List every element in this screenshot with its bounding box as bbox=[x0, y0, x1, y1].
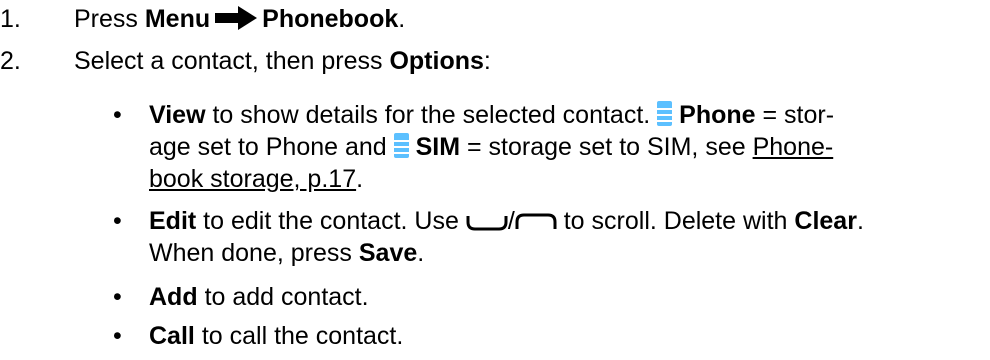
phonebook-label: Phonebook bbox=[262, 5, 399, 33]
up-key-icon bbox=[515, 213, 557, 229]
add-text: to add contact. bbox=[204, 283, 369, 311]
phone-label: Phone bbox=[679, 101, 756, 129]
edit-label: Edit bbox=[149, 207, 197, 235]
down-key-icon bbox=[466, 216, 508, 231]
done-text: When done, press bbox=[149, 239, 352, 267]
right-arrow-icon bbox=[215, 6, 258, 30]
save-label: Save bbox=[358, 239, 418, 267]
period: . bbox=[398, 5, 406, 33]
phonebook-instructions: 1. Press Menu Phonebook. 2. Select a cont… bbox=[0, 0, 990, 360]
period: . bbox=[856, 207, 864, 235]
phonebook-storage-link[interactable]: book storage, p.17 bbox=[149, 165, 356, 193]
bullet-marker: • bbox=[113, 283, 122, 311]
edit-text: to edit the contact. Use bbox=[203, 207, 459, 235]
view-text: to show details for the selected contact… bbox=[212, 101, 651, 129]
colon: : bbox=[483, 47, 491, 75]
phone-eq-text: = stor- bbox=[762, 101, 835, 129]
storage-bars-icon bbox=[657, 101, 673, 126]
step-number: 2. bbox=[0, 47, 21, 75]
call-label: Call bbox=[149, 322, 195, 350]
press-label: Press bbox=[74, 5, 138, 33]
clear-label: Clear bbox=[794, 207, 857, 235]
view-label: View bbox=[149, 101, 206, 129]
bullet-marker: • bbox=[113, 322, 122, 350]
storage-text: age set to Phone and bbox=[149, 133, 387, 161]
sim-eq-text: = storage set to SIM, see bbox=[467, 133, 746, 161]
options-label: Options bbox=[389, 47, 484, 75]
storage-bars-icon bbox=[393, 133, 409, 158]
slash: / bbox=[507, 207, 515, 235]
step-number: 1. bbox=[0, 5, 21, 33]
phonebook-storage-link[interactable]: Phone- bbox=[753, 133, 834, 161]
period: . bbox=[356, 165, 364, 193]
period: . bbox=[417, 239, 425, 267]
scroll-text: to scroll. Delete with bbox=[563, 207, 788, 235]
step-2-text: Select a contact, then press bbox=[74, 47, 383, 75]
bullet-marker: • bbox=[113, 101, 122, 129]
add-label: Add bbox=[149, 283, 198, 311]
call-text: to call the contact. bbox=[201, 322, 404, 350]
menu-label: Menu bbox=[144, 5, 211, 33]
sim-label: SIM bbox=[415, 133, 461, 161]
bullet-marker: • bbox=[113, 207, 122, 235]
